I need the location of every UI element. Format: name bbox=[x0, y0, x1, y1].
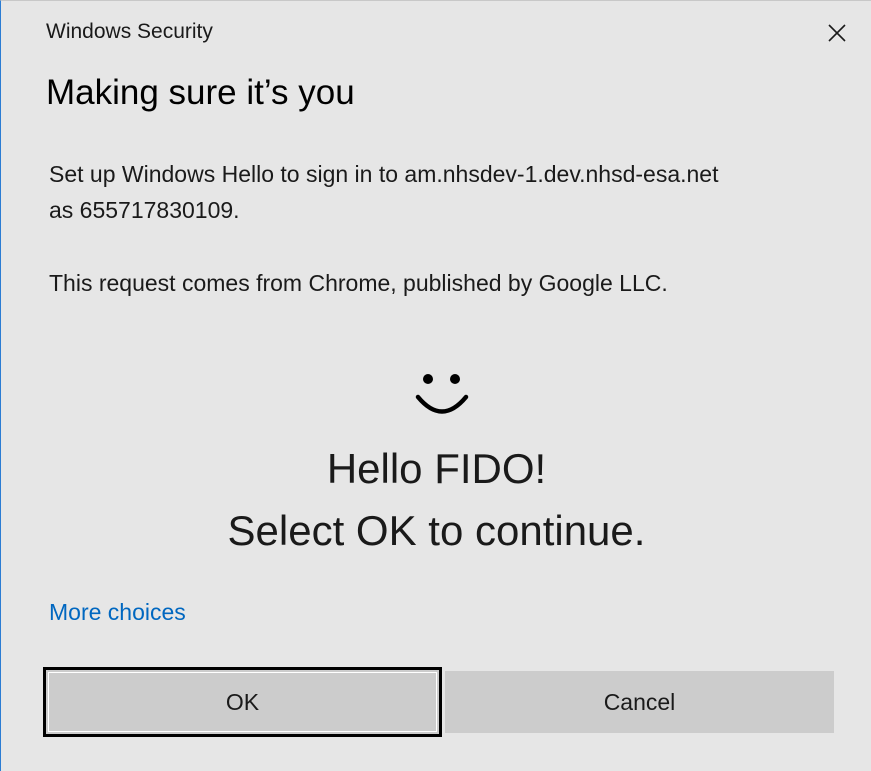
window-title: Windows Security bbox=[46, 20, 213, 43]
hello-message: Hello FIDO! bbox=[326, 445, 547, 492]
ok-button-label: OK bbox=[225, 688, 260, 715]
dialog-heading: Making sure it’s you bbox=[46, 73, 355, 112]
cancel-button[interactable]: Cancel bbox=[445, 671, 834, 733]
description-line-1: Set up Windows Hello to sign in to am.nh… bbox=[49, 161, 719, 187]
ok-button-focus-ring: OK bbox=[48, 672, 437, 732]
close-button[interactable] bbox=[817, 13, 857, 53]
smiley-face-icon bbox=[415, 374, 469, 414]
instruction-message: Select OK to continue. bbox=[227, 507, 646, 554]
more-choices-link[interactable]: More choices bbox=[49, 599, 186, 626]
close-icon bbox=[828, 24, 846, 42]
title-bar: Windows Security bbox=[1, 1, 871, 63]
cancel-button-label: Cancel bbox=[603, 688, 676, 715]
description-line-2: as 655717830109. bbox=[49, 197, 240, 223]
ok-button[interactable]: OK bbox=[43, 667, 442, 737]
windows-security-dialog: Windows Security Making sure it’s you Se… bbox=[0, 0, 871, 771]
request-source-text: This request comes from Chrome, publishe… bbox=[49, 270, 668, 296]
